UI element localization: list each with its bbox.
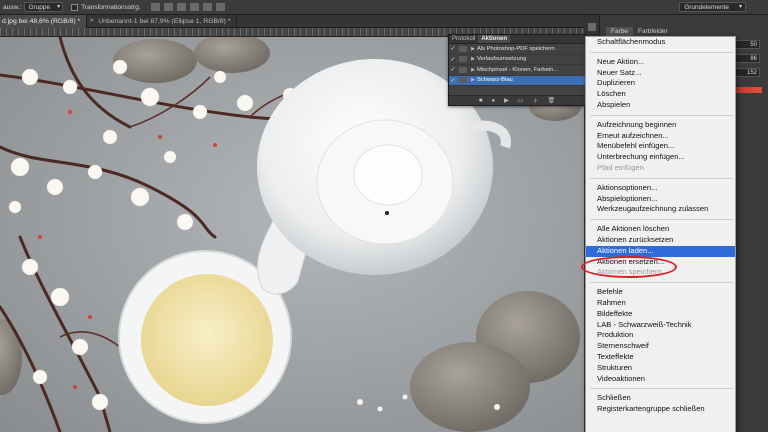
color-value-r[interactable]: 50	[734, 40, 760, 49]
expand-triangle-icon[interactable]: ▶	[469, 67, 477, 73]
dialog-toggle-icon[interactable]	[459, 45, 467, 52]
tab-actions[interactable]: Aktionen	[478, 35, 511, 43]
new-action-icon[interactable]: ＋	[532, 96, 538, 105]
menu-separator	[590, 388, 733, 390]
menu-separator	[590, 51, 733, 53]
color-value-g[interactable]: 86	[734, 54, 760, 63]
menu-item: Aktionen speichern...	[597, 267, 668, 277]
new-set-icon[interactable]: ▭	[518, 97, 524, 104]
menu-item[interactable]: Aktionen ersetzen...	[586, 257, 735, 268]
menu-item[interactable]: Schaltflächenmodus	[586, 37, 735, 48]
record-icon[interactable]: ●	[492, 98, 496, 104]
expand-triangle-icon[interactable]: ▶	[469, 46, 477, 52]
actions-panel: Protokoll Aktionen ✓ ▶ Als Photoshop-PDF…	[448, 34, 586, 106]
menu-item[interactable]: Werkzeugaufzeichnung zulassen	[586, 204, 735, 215]
menu-item[interactable]: Alle Aktionen löschen	[586, 224, 735, 235]
action-set-row[interactable]: ✓ ▶ Mischpinsel - Klonen, Farbein...	[449, 65, 585, 76]
actions-panel-footer: ■ ● ▶ ▭ ＋ 🗑	[449, 95, 585, 105]
menu-item[interactable]: Aktionen zurücksetzen	[586, 235, 735, 246]
check-icon[interactable]: ✓	[449, 56, 457, 63]
menu-item[interactable]: Strukturen	[586, 363, 735, 374]
align-top-icon[interactable]	[189, 3, 199, 11]
menu-item[interactable]: Produktion	[586, 330, 735, 341]
menu-item[interactable]: Abspieloptionen...	[586, 194, 735, 205]
action-set-row[interactable]: ✓ ▶ Als Photoshop-PDF speichern	[449, 44, 585, 55]
menu-item[interactable]: Befehle	[586, 287, 735, 298]
menu-separator	[590, 282, 733, 284]
menu-item[interactable]: Rahmen	[586, 298, 735, 309]
menu-separator	[590, 219, 733, 221]
tab-history[interactable]: Protokoll	[449, 35, 478, 43]
menu-item[interactable]: Aktionen laden...	[586, 245, 735, 257]
menu-item[interactable]: Texteffekte	[586, 352, 735, 363]
menu-item[interactable]: Neue Aktion...	[586, 57, 735, 68]
align-bottom-icon[interactable]	[215, 3, 225, 11]
close-icon[interactable]: ✕	[89, 15, 94, 28]
menu-item[interactable]: Unterbrechung einfügen...	[586, 152, 735, 163]
dialog-toggle-icon[interactable]	[459, 77, 467, 84]
options-bar: ausw.: Gruppe Transformationsstrg. Grund…	[0, 0, 768, 15]
align-right-icon[interactable]	[176, 3, 186, 11]
action-label: Verlaufsumsetzung	[477, 56, 527, 63]
menu-item: Pfad einfügen	[597, 163, 644, 172]
menu-item[interactable]: Videoaktionen	[586, 374, 735, 385]
auto-select-label: ausw.:	[3, 3, 22, 11]
menu-item[interactable]: Aufzeichnung beginnen	[586, 120, 735, 131]
dialog-toggle-icon[interactable]	[459, 66, 467, 73]
menu-item[interactable]: Neuer Satz...	[586, 68, 735, 79]
expand-triangle-icon[interactable]: ▶	[469, 56, 477, 62]
menu-item[interactable]: Löschen	[586, 89, 735, 100]
expand-triangle-icon[interactable]: ▶	[469, 77, 477, 83]
check-icon[interactable]: ✓	[449, 45, 457, 52]
action-label: Schwarz-Blau	[477, 77, 513, 84]
align-middle-icon[interactable]	[202, 3, 212, 11]
action-set-row[interactable]: ✓ ▶ Verlaufsumsetzung	[449, 55, 585, 65]
tab-document-1[interactable]: d.jpg bei 48,6% (RGB/8) *	[0, 15, 88, 28]
action-set-row-selected[interactable]: ✓ ▶ Schwarz-Blau	[449, 75, 585, 86]
action-label: Mischpinsel - Klonen, Farbein...	[477, 66, 559, 73]
menu-item[interactable]: Registerkartengruppe schließen	[586, 404, 735, 415]
tab-label: d.jpg bei 48,6% (RGB/8) *	[2, 18, 81, 25]
trash-icon[interactable]: 🗑	[547, 97, 555, 104]
color-value-b[interactable]: 152	[734, 68, 760, 77]
menu-item[interactable]: Menübefehl einfügen...	[586, 141, 735, 152]
check-icon[interactable]: ✓	[449, 77, 457, 84]
color-slider[interactable]	[734, 87, 762, 93]
menu-item[interactable]: LAB - Schwarzweiß-Technik	[586, 320, 735, 331]
check-icon[interactable]: ✓	[449, 66, 457, 73]
menu-item[interactable]: Abspielen	[586, 100, 735, 111]
play-icon[interactable]: ▶	[504, 97, 509, 104]
photoshop-window: ausw.: Gruppe Transformationsstrg. Grund…	[0, 0, 768, 432]
align-center-icon[interactable]	[163, 3, 173, 11]
menu-item[interactable]: Aktionsoptionen...	[586, 183, 735, 194]
document-tabs: d.jpg bei 48,6% (RGB/8) * ✕ Unbenannt-1 …	[0, 15, 584, 28]
tab-document-2[interactable]: ✕ Unbenannt-1 bei 87,9% (Ellipse 1, RGB/…	[87, 15, 238, 28]
transform-controls-label: Transformationsstrg.	[81, 3, 141, 11]
auto-select-dropdown[interactable]: Gruppe	[24, 2, 64, 12]
workspace-dropdown[interactable]: Grundelemente	[679, 2, 746, 12]
align-icons	[150, 3, 225, 11]
dialog-toggle-icon[interactable]	[459, 56, 467, 63]
actions-panel-menu: Schaltflächenmodus Neue Aktion... Neuer Sa…	[585, 36, 736, 432]
actions-panel-tabs: Protokoll Aktionen	[449, 35, 585, 44]
menu-item[interactable]: Erneut aufzeichnen...	[586, 131, 735, 142]
menu-item[interactable]: Bildeffekte	[586, 309, 735, 320]
panel-toggle-icon[interactable]	[588, 23, 596, 31]
menu-item[interactable]: Sternenschweif	[586, 341, 735, 352]
action-label: Als Photoshop-PDF speichern	[477, 45, 555, 52]
menu-separator	[590, 177, 733, 179]
align-left-icon[interactable]	[150, 3, 160, 11]
stop-icon[interactable]: ■	[479, 98, 483, 104]
menu-item[interactable]: Schließen	[586, 393, 735, 404]
menu-separator	[590, 114, 733, 116]
menu-item[interactable]: Duplizieren	[586, 78, 735, 89]
transform-controls-checkbox[interactable]	[71, 3, 79, 11]
tab-label: Unbenannt-1 bei 87,9% (Ellipse 1, RGB/8)…	[98, 18, 231, 25]
